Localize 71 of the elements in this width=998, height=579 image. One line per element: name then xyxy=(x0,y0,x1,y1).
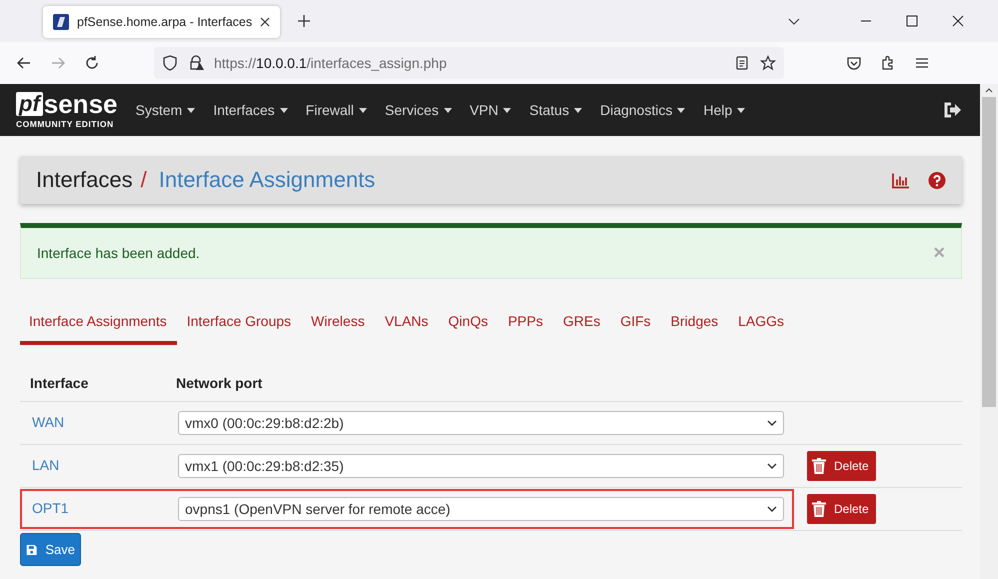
tab[interactable]: Interface Groups xyxy=(176,313,302,345)
shield-icon xyxy=(162,55,178,71)
chevron-down-icon xyxy=(767,463,777,469)
chevron-down-icon[interactable] xyxy=(788,18,800,24)
nav-menu-item[interactable]: VPN xyxy=(470,102,512,118)
caret-icon xyxy=(737,108,746,112)
tab[interactable]: Wireless xyxy=(301,313,375,345)
nav-menu-item[interactable]: Interfaces xyxy=(213,102,288,118)
url-text: https://10.0.0.1/interfaces_assign.php xyxy=(214,55,447,71)
scroll-up-icon[interactable] xyxy=(985,88,993,93)
pocket-icon[interactable] xyxy=(846,55,862,71)
breadcrumb-separator: / xyxy=(140,167,147,193)
caret-icon xyxy=(503,108,512,112)
maximize-icon[interactable] xyxy=(906,15,918,27)
address-bar[interactable]: https://10.0.0.1/interfaces_assign.php xyxy=(154,47,784,79)
caret-icon xyxy=(187,108,196,112)
tab[interactable]: Bridges xyxy=(660,313,728,345)
pfsense-logo[interactable]: pfsense COMMUNITY EDITION xyxy=(16,92,118,128)
nav-menu-item[interactable]: Firewall xyxy=(306,102,367,118)
lock-warning-icon xyxy=(188,55,204,71)
logout-icon[interactable] xyxy=(944,102,962,118)
caret-icon xyxy=(677,108,686,112)
save-button[interactable]: Save xyxy=(20,533,81,566)
tab[interactable]: VLANs xyxy=(374,313,438,345)
reader-view-icon[interactable] xyxy=(734,55,750,71)
interface-link[interactable]: WAN xyxy=(32,414,64,430)
bar-chart-icon[interactable] xyxy=(892,172,910,188)
caret-icon xyxy=(444,108,452,112)
tab[interactable]: PPPs xyxy=(498,313,553,345)
tab[interactable]: QinQs xyxy=(438,313,498,345)
nav-menu-item[interactable]: Status xyxy=(529,102,582,118)
interface-link[interactable]: OPT1 xyxy=(32,500,69,516)
close-icon[interactable] xyxy=(952,15,964,27)
column-header: Interface xyxy=(30,375,90,391)
nav-menu-item[interactable]: Help xyxy=(703,102,746,118)
logo-icon xyxy=(53,14,69,30)
tab[interactable]: GREs xyxy=(552,313,610,345)
nav-menu-item[interactable]: System xyxy=(136,102,196,118)
interface-link[interactable]: LAN xyxy=(32,457,60,473)
nav-menu-item[interactable]: Services xyxy=(384,102,452,118)
chevron-down-icon xyxy=(767,506,777,512)
caret-icon xyxy=(280,108,288,112)
caret-icon xyxy=(358,108,367,112)
reload-icon[interactable] xyxy=(84,55,100,71)
browser-tab[interactable]: pfSense.home.arpa - Interfaces xyxy=(43,6,280,38)
alert-message: Interface has been added. xyxy=(37,245,200,261)
scrollbar[interactable] xyxy=(980,84,998,579)
trash-icon xyxy=(812,458,826,474)
tab[interactable]: LAGGs xyxy=(728,313,794,345)
caret-icon xyxy=(574,108,582,112)
port-select[interactable]: vmx0 (00:0c:29:b8:d2:2b) xyxy=(178,411,784,435)
breadcrumb-parent[interactable]: Interfaces xyxy=(36,167,133,193)
help-icon[interactable] xyxy=(928,172,946,188)
logo-word: sense xyxy=(44,92,118,116)
port-select[interactable]: ovpns1 (OpenVPN server for remote acce) xyxy=(178,497,784,521)
port-select[interactable]: vmx1 (00:0c:29:b8:d2:35) xyxy=(178,454,784,478)
column-header: Network port xyxy=(176,375,262,391)
tab[interactable]: GIFs xyxy=(610,313,661,345)
tab-title: pfSense.home.arpa - Interfaces xyxy=(77,15,252,29)
trash-icon xyxy=(812,501,826,517)
close-icon[interactable] xyxy=(260,17,270,27)
logo-subtitle: COMMUNITY EDITION xyxy=(16,118,114,128)
delete-button[interactable]: Delete xyxy=(807,451,876,481)
logo-mark: pf xyxy=(16,92,43,116)
delete-button[interactable]: Delete xyxy=(807,494,876,524)
bookmark-star-icon[interactable] xyxy=(760,55,776,71)
tab[interactable]: Interface Assignments xyxy=(20,313,177,345)
nav-menu-item[interactable]: Diagnostics xyxy=(600,102,686,118)
chevron-down-icon xyxy=(767,420,777,426)
back-icon[interactable] xyxy=(16,55,32,71)
new-tab-icon[interactable] xyxy=(298,15,310,27)
